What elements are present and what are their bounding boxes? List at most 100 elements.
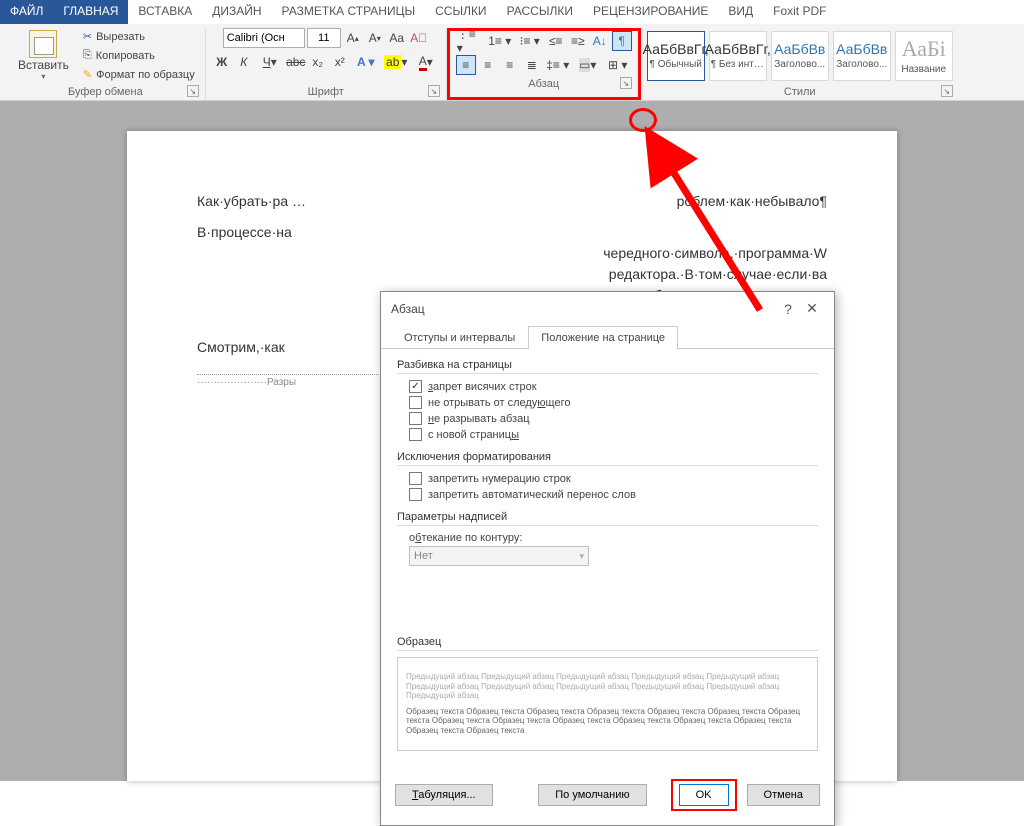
align-left-button[interactable]: ≡ bbox=[456, 55, 476, 75]
scissors-icon: ✂ bbox=[83, 30, 92, 43]
font-color-button[interactable]: A▾ bbox=[412, 52, 440, 72]
line-spacing-button[interactable]: ‡≡ ▾ bbox=[544, 55, 572, 75]
superscript-button[interactable]: x² bbox=[330, 52, 350, 72]
section-preview-title: Образец bbox=[397, 636, 818, 651]
copy-icon: ⎘ bbox=[83, 49, 92, 62]
dialog-help-button[interactable]: ? bbox=[776, 301, 800, 317]
change-case-button[interactable]: Aa bbox=[387, 28, 407, 48]
nohyphen-checkbox[interactable] bbox=[409, 488, 422, 501]
dialog-close-button[interactable]: ✕ bbox=[800, 300, 824, 317]
keepnext-label: не отрывать от следующего bbox=[428, 397, 570, 409]
default-button[interactable]: По умолчанию bbox=[538, 784, 646, 806]
grow-font-button[interactable]: A▴ bbox=[343, 28, 363, 48]
widow-checkbox[interactable] bbox=[409, 380, 422, 393]
justify-button[interactable]: ≣ bbox=[522, 55, 542, 75]
style-nospacing-caption: ¶ Без инте... bbox=[711, 59, 765, 70]
font-size-combo[interactable] bbox=[307, 28, 341, 48]
copy-label: Копировать bbox=[96, 50, 155, 62]
shading-button[interactable]: ▭▾ bbox=[574, 55, 602, 75]
style-title-sample: АаБі bbox=[902, 36, 946, 62]
show-marks-button[interactable]: ¶ bbox=[612, 31, 632, 51]
pagebreak-checkbox[interactable] bbox=[409, 428, 422, 441]
tabs-button[interactable]: Табуляция... bbox=[395, 784, 493, 806]
tab-view[interactable]: ВИД bbox=[718, 0, 763, 24]
keepnext-checkbox[interactable] bbox=[409, 396, 422, 409]
dialog-body: Разбивка на страницы ззапрет висячих стр… bbox=[381, 349, 834, 771]
tab-layout[interactable]: РАЗМЕТКА СТРАНИЦЫ bbox=[272, 0, 426, 24]
tab-file[interactable]: ФАЙЛ bbox=[0, 0, 53, 24]
tab-foxit[interactable]: Foxit PDF bbox=[763, 0, 836, 24]
styles-launcher-icon[interactable]: ↘ bbox=[941, 85, 953, 97]
section-pagination-title: Разбивка на страницы bbox=[397, 359, 818, 374]
subscript-button[interactable]: x₂ bbox=[308, 52, 328, 72]
section-textbox-title: Параметры надписей bbox=[397, 511, 818, 526]
dialog-tab-indents[interactable]: Отступы и интервалы bbox=[391, 326, 528, 349]
nohyphen-label: запретить автоматический перенос слов bbox=[428, 489, 636, 501]
font-launcher-icon[interactable]: ↘ bbox=[428, 85, 440, 97]
clipboard-launcher-icon[interactable]: ↘ bbox=[187, 85, 199, 97]
style-normal[interactable]: АаБбВвГг, ¶ Обычный bbox=[647, 31, 705, 81]
style-title[interactable]: АаБі Название bbox=[895, 31, 953, 81]
brush-icon: ✎ bbox=[83, 68, 92, 81]
widow-label: ззапрет висячих строкапрет висячих строк bbox=[428, 381, 537, 393]
style-heading2[interactable]: АаБбВв Заголово... bbox=[833, 31, 891, 81]
clear-format-button[interactable]: A⃠ bbox=[409, 28, 429, 48]
style-heading2-sample: АаБбВв bbox=[836, 41, 887, 57]
ok-button[interactable]: OK bbox=[679, 784, 729, 806]
paste-label: Вставить bbox=[18, 58, 69, 72]
sort-button[interactable]: A↓ bbox=[590, 31, 610, 51]
style-nospacing[interactable]: АаБбВвГг, ¶ Без инте... bbox=[709, 31, 767, 81]
pagebreak-label: с новой страницы bbox=[428, 429, 519, 441]
font-family-combo[interactable] bbox=[223, 28, 305, 48]
highlight-button[interactable]: ab▾ bbox=[382, 52, 410, 72]
tab-insert[interactable]: ВСТАВКА bbox=[128, 0, 202, 24]
dialog-titlebar[interactable]: Абзац ? ✕ bbox=[381, 292, 834, 325]
dialog-title-text: Абзац bbox=[391, 302, 425, 316]
preview-box: Предыдущий абзац Предыдущий абзац Предыд… bbox=[397, 657, 818, 751]
tab-home[interactable]: ГЛАВНАЯ bbox=[53, 0, 128, 24]
text-effects-button[interactable]: A ▾ bbox=[352, 52, 380, 72]
multilevel-button[interactable]: ⁝≡ ▾ bbox=[516, 31, 544, 51]
doc-paragraph: Как·убрать·ра … роблем·как·небывало¶ bbox=[197, 191, 827, 212]
suppressnum-checkbox[interactable] bbox=[409, 472, 422, 485]
bullets-button[interactable]: ⋮≡ ▾ bbox=[456, 31, 484, 51]
shrink-font-button[interactable]: A▾ bbox=[365, 28, 385, 48]
paragraph-launcher-icon[interactable]: ↘ bbox=[620, 77, 632, 89]
underline-button[interactable]: Ч ▾ bbox=[256, 52, 284, 72]
style-normal-caption: ¶ Обычный bbox=[649, 59, 703, 70]
paragraph-dialog: Абзац ? ✕ Отступы и интервалы Положение … bbox=[380, 291, 835, 826]
italic-button[interactable]: К bbox=[234, 52, 254, 72]
bold-button[interactable]: Ж bbox=[212, 52, 232, 72]
tab-mailings[interactable]: РАССЫЛКИ bbox=[497, 0, 583, 24]
borders-button[interactable]: ⊞ ▾ bbox=[604, 55, 632, 75]
ribbon: Вставить ▾ ✂ Вырезать ⎘ Копировать ✎ Формат… bbox=[0, 24, 1024, 101]
suppressnum-label: запретить нумерацию строк bbox=[428, 473, 571, 485]
dialog-tabs: Отступы и интервалы Положение на страниц… bbox=[381, 325, 834, 349]
paste-button[interactable]: Вставить ▾ bbox=[12, 28, 75, 83]
format-painter-button[interactable]: ✎ Формат по образцу bbox=[79, 66, 199, 83]
decrease-indent-button[interactable]: ≤≡ bbox=[546, 31, 566, 51]
preview-sample: Образец текста Образец текста Образец те… bbox=[406, 707, 809, 736]
format-painter-label: Формат по образцу bbox=[96, 69, 195, 81]
copy-button[interactable]: ⎘ Копировать bbox=[79, 47, 199, 64]
tab-design[interactable]: ДИЗАЙН bbox=[202, 0, 271, 24]
cancel-button[interactable]: Отмена bbox=[747, 784, 820, 806]
keeplines-checkbox[interactable] bbox=[409, 412, 422, 425]
align-center-button[interactable]: ≡ bbox=[478, 55, 498, 75]
tab-review[interactable]: РЕЦЕНЗИРОВАНИЕ bbox=[583, 0, 718, 24]
style-heading1-sample: АаБбВв bbox=[774, 41, 825, 57]
paste-icon bbox=[29, 30, 57, 58]
style-heading1-caption: Заголово... bbox=[773, 59, 827, 70]
group-styles-label: Стили ↘ bbox=[647, 83, 953, 100]
increase-indent-button[interactable]: ≡≥ bbox=[568, 31, 588, 51]
align-right-button[interactable]: ≡ bbox=[500, 55, 520, 75]
strike-button[interactable]: abc bbox=[286, 52, 306, 72]
dialog-tab-pagination[interactable]: Положение на странице bbox=[528, 326, 678, 349]
preview-prev: Предыдущий абзац Предыдущий абзац Предыд… bbox=[406, 672, 809, 701]
numbering-button[interactable]: 1≡ ▾ bbox=[486, 31, 514, 51]
cut-button[interactable]: ✂ Вырезать bbox=[79, 28, 199, 45]
cut-label: Вырезать bbox=[96, 31, 145, 43]
tab-references[interactable]: ССЫЛКИ bbox=[425, 0, 496, 24]
style-heading1[interactable]: АаБбВв Заголово... bbox=[771, 31, 829, 81]
group-clipboard-label: Буфер обмена ↘ bbox=[12, 83, 199, 100]
